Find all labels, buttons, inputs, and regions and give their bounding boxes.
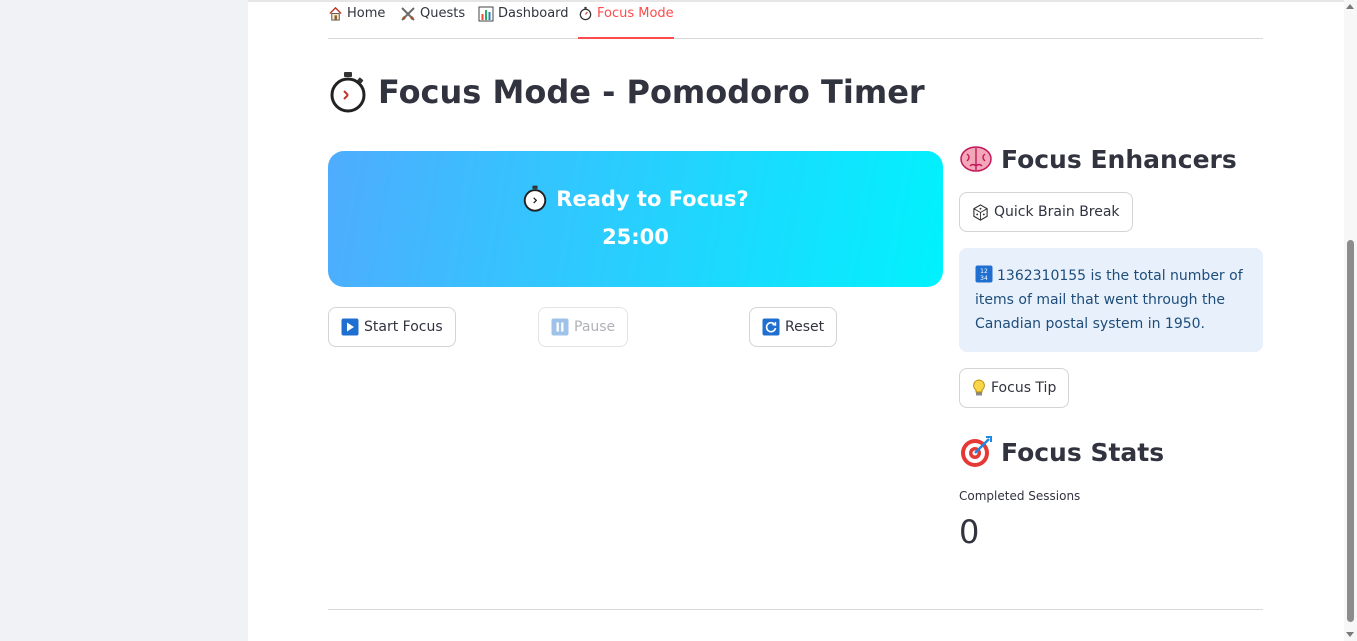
- timer-heading-text: Ready to Focus?: [556, 186, 749, 211]
- tab-quests-label: Quests: [420, 6, 466, 21]
- start-focus-label: Start Focus: [364, 319, 443, 335]
- scroll-down-arrow-icon[interactable]: [1346, 632, 1354, 637]
- scroll-up-arrow-icon[interactable]: [1346, 4, 1354, 9]
- numbers-icon: 12 34: [975, 265, 993, 283]
- scrollbar[interactable]: [1344, 0, 1357, 641]
- stopwatch-icon: [328, 71, 368, 113]
- main-content: Home Quests Dashboard Focus Mode Focus M…: [248, 0, 1344, 641]
- reset-button[interactable]: Reset: [749, 307, 838, 347]
- tab-home-label: Home: [347, 6, 386, 21]
- fact-info-box: 12 34 1362310155 is the total number of i…: [959, 248, 1263, 352]
- play-icon: [341, 318, 359, 336]
- refresh-icon: [762, 318, 780, 336]
- pause-icon: [551, 318, 569, 336]
- dice-icon: [972, 203, 989, 221]
- bar-chart-icon: [478, 6, 494, 22]
- lightbulb-icon: [972, 379, 986, 397]
- stopwatch-icon: [522, 185, 548, 212]
- quick-brain-break-button[interactable]: Quick Brain Break: [959, 192, 1133, 232]
- focus-tip-label: Focus Tip: [991, 380, 1057, 396]
- tab-home[interactable]: Home: [328, 6, 385, 39]
- focus-enhancers-text: Focus Enhancers: [1001, 144, 1237, 174]
- brain-icon: [959, 144, 993, 174]
- svg-text:34: 34: [980, 275, 988, 282]
- scrollbar-thumb[interactable]: [1347, 240, 1354, 622]
- tab-focus-mode[interactable]: Focus Mode: [578, 6, 674, 39]
- stopwatch-icon: [578, 6, 593, 21]
- tab-dashboard[interactable]: Dashboard: [478, 6, 569, 39]
- focus-stats-heading: Focus Stats: [959, 434, 1164, 470]
- start-focus-button[interactable]: Start Focus: [328, 307, 456, 347]
- focus-stats-text: Focus Stats: [1001, 437, 1165, 467]
- completed-sessions-label: Completed Sessions: [959, 489, 1081, 503]
- bottom-divider: [328, 609, 1263, 610]
- timer-time: 25:00: [602, 225, 669, 249]
- focus-enhancers-heading: Focus Enhancers: [959, 141, 1237, 177]
- tab-quests[interactable]: Quests: [400, 6, 465, 39]
- home-icon: [328, 6, 343, 21]
- timer-heading: Ready to Focus?: [328, 185, 943, 212]
- reset-label: Reset: [785, 319, 825, 335]
- completed-sessions-value: 0: [959, 513, 980, 551]
- nav-tabs: Home Quests Dashboard Focus Mode: [328, 0, 1263, 39]
- target-icon: [959, 435, 993, 469]
- page-title-text: Focus Mode - Pomodoro Timer: [378, 73, 925, 111]
- pause-button[interactable]: Pause: [538, 307, 629, 347]
- tab-focus-mode-label: Focus Mode: [597, 6, 674, 21]
- focus-tip-button[interactable]: Focus Tip: [959, 368, 1070, 408]
- timer-card: Ready to Focus? 25:00: [328, 151, 943, 287]
- crossed-swords-icon: [400, 6, 416, 22]
- pause-label: Pause: [574, 319, 616, 335]
- quick-brain-break-label: Quick Brain Break: [994, 204, 1120, 220]
- tab-dashboard-label: Dashboard: [498, 6, 569, 21]
- page-title: Focus Mode - Pomodoro Timer: [328, 68, 925, 116]
- left-sidebar: [0, 0, 248, 641]
- svg-text:12: 12: [980, 268, 988, 275]
- fact-text: 1362310155 is the total number of items …: [975, 268, 1243, 332]
